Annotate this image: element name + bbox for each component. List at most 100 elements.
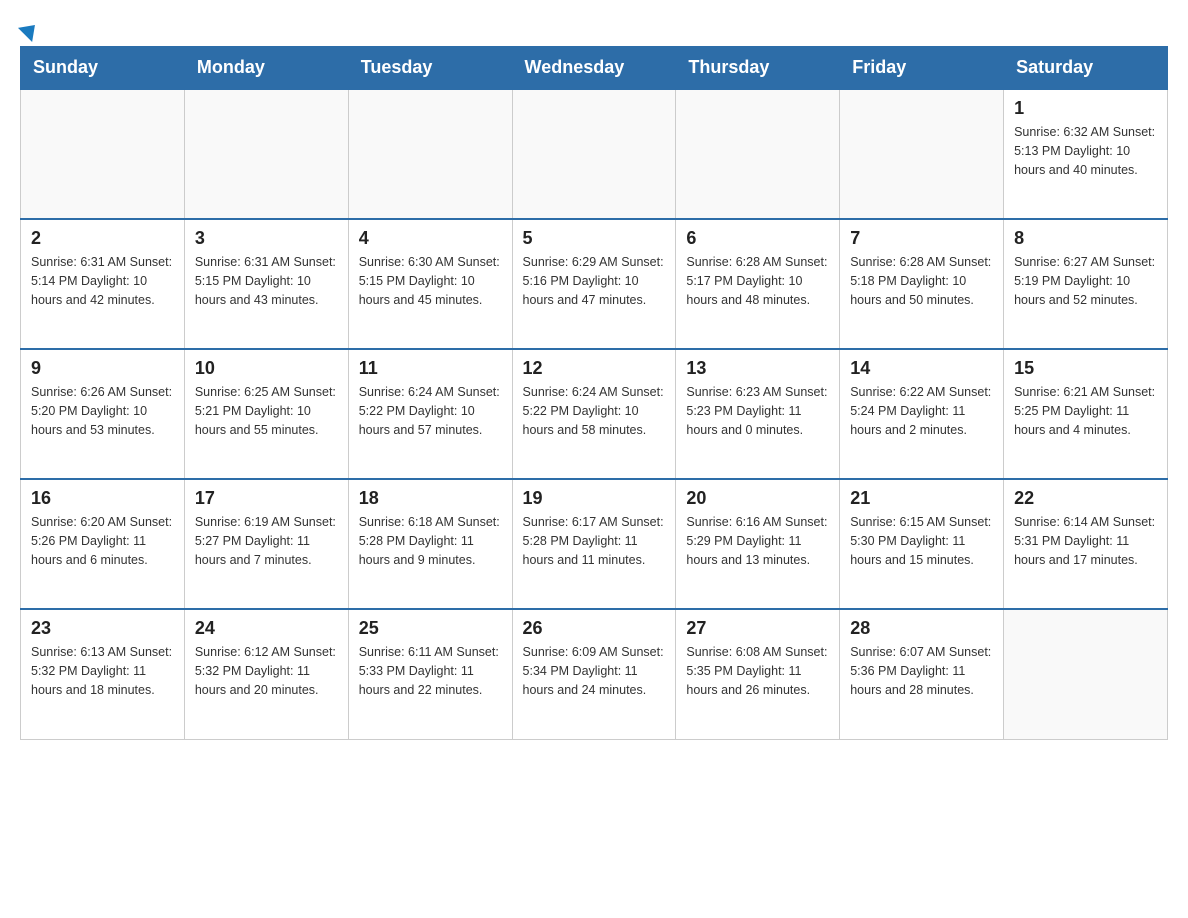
day-number: 1 bbox=[1014, 98, 1157, 119]
day-number: 12 bbox=[523, 358, 666, 379]
calendar-cell bbox=[348, 89, 512, 219]
calendar-cell: 9 Sunrise: 6:26 AM Sunset: 5:20 PM Daylig… bbox=[21, 349, 185, 479]
page-header bbox=[20, 20, 1168, 36]
day-number: 9 bbox=[31, 358, 174, 379]
calendar-cell: 15 Sunrise: 6:21 AM Sunset: 5:25 PM Dayli… bbox=[1004, 349, 1168, 479]
day-number: 14 bbox=[850, 358, 993, 379]
calendar-cell: 11 Sunrise: 6:24 AM Sunset: 5:22 PM Dayli… bbox=[348, 349, 512, 479]
day-info: Sunrise: 6:08 AM Sunset: 5:35 PM Dayligh… bbox=[686, 643, 829, 699]
logo-triangle-icon bbox=[18, 18, 42, 42]
calendar-header-wednesday: Wednesday bbox=[512, 47, 676, 90]
day-number: 22 bbox=[1014, 488, 1157, 509]
day-info: Sunrise: 6:31 AM Sunset: 5:14 PM Dayligh… bbox=[31, 253, 174, 309]
calendar-week-row: 2 Sunrise: 6:31 AM Sunset: 5:14 PM Daylig… bbox=[21, 219, 1168, 349]
day-number: 18 bbox=[359, 488, 502, 509]
day-info: Sunrise: 6:32 AM Sunset: 5:13 PM Dayligh… bbox=[1014, 123, 1157, 179]
day-info: Sunrise: 6:21 AM Sunset: 5:25 PM Dayligh… bbox=[1014, 383, 1157, 439]
calendar-header-tuesday: Tuesday bbox=[348, 47, 512, 90]
day-info: Sunrise: 6:15 AM Sunset: 5:30 PM Dayligh… bbox=[850, 513, 993, 569]
day-number: 15 bbox=[1014, 358, 1157, 379]
calendar-week-row: 23 Sunrise: 6:13 AM Sunset: 5:32 PM Dayli… bbox=[21, 609, 1168, 739]
calendar-cell bbox=[676, 89, 840, 219]
logo bbox=[20, 20, 37, 36]
calendar-cell: 13 Sunrise: 6:23 AM Sunset: 5:23 PM Dayli… bbox=[676, 349, 840, 479]
calendar-cell: 28Sunrise: 6:07 AM Sunset: 5:36 PM Dayli… bbox=[840, 609, 1004, 739]
day-info: Sunrise: 6:22 AM Sunset: 5:24 PM Dayligh… bbox=[850, 383, 993, 439]
day-number: 26 bbox=[523, 618, 666, 639]
calendar-header-friday: Friday bbox=[840, 47, 1004, 90]
calendar-header-saturday: Saturday bbox=[1004, 47, 1168, 90]
day-info: Sunrise: 6:30 AM Sunset: 5:15 PM Dayligh… bbox=[359, 253, 502, 309]
day-info: Sunrise: 6:24 AM Sunset: 5:22 PM Dayligh… bbox=[523, 383, 666, 439]
day-info: Sunrise: 6:24 AM Sunset: 5:22 PM Dayligh… bbox=[359, 383, 502, 439]
day-info: Sunrise: 6:28 AM Sunset: 5:17 PM Dayligh… bbox=[686, 253, 829, 309]
day-number: 17 bbox=[195, 488, 338, 509]
day-info: Sunrise: 6:26 AM Sunset: 5:20 PM Dayligh… bbox=[31, 383, 174, 439]
day-info: Sunrise: 6:12 AM Sunset: 5:32 PM Dayligh… bbox=[195, 643, 338, 699]
day-info: Sunrise: 6:19 AM Sunset: 5:27 PM Dayligh… bbox=[195, 513, 338, 569]
day-info: Sunrise: 6:13 AM Sunset: 5:32 PM Dayligh… bbox=[31, 643, 174, 699]
calendar-cell: 21 Sunrise: 6:15 AM Sunset: 5:30 PM Dayli… bbox=[840, 479, 1004, 609]
day-number: 19 bbox=[523, 488, 666, 509]
calendar-week-row: 9 Sunrise: 6:26 AM Sunset: 5:20 PM Daylig… bbox=[21, 349, 1168, 479]
day-number: 20 bbox=[686, 488, 829, 509]
calendar-cell bbox=[512, 89, 676, 219]
calendar-header-sunday: Sunday bbox=[21, 47, 185, 90]
day-number: 5 bbox=[523, 228, 666, 249]
day-number: 8 bbox=[1014, 228, 1157, 249]
day-info: Sunrise: 6:17 AM Sunset: 5:28 PM Dayligh… bbox=[523, 513, 666, 569]
calendar-cell: 14 Sunrise: 6:22 AM Sunset: 5:24 PM Dayli… bbox=[840, 349, 1004, 479]
calendar-cell: 19 Sunrise: 6:17 AM Sunset: 5:28 PM Dayli… bbox=[512, 479, 676, 609]
calendar-cell: 24Sunrise: 6:12 AM Sunset: 5:32 PM Dayli… bbox=[184, 609, 348, 739]
calendar-cell bbox=[840, 89, 1004, 219]
calendar-week-row: 16 Sunrise: 6:20 AM Sunset: 5:26 PM Dayli… bbox=[21, 479, 1168, 609]
calendar-cell: 3 Sunrise: 6:31 AM Sunset: 5:15 PM Daylig… bbox=[184, 219, 348, 349]
day-info: Sunrise: 6:28 AM Sunset: 5:18 PM Dayligh… bbox=[850, 253, 993, 309]
calendar-cell: 5Sunrise: 6:29 AM Sunset: 5:16 PM Daylig… bbox=[512, 219, 676, 349]
calendar-cell: 4 Sunrise: 6:30 AM Sunset: 5:15 PM Daylig… bbox=[348, 219, 512, 349]
calendar-header-row: SundayMondayTuesdayWednesdayThursdayFrid… bbox=[21, 47, 1168, 90]
calendar-week-row: 1 Sunrise: 6:32 AM Sunset: 5:13 PM Daylig… bbox=[21, 89, 1168, 219]
calendar-cell: 2 Sunrise: 6:31 AM Sunset: 5:14 PM Daylig… bbox=[21, 219, 185, 349]
day-info: Sunrise: 6:11 AM Sunset: 5:33 PM Dayligh… bbox=[359, 643, 502, 699]
day-info: Sunrise: 6:16 AM Sunset: 5:29 PM Dayligh… bbox=[686, 513, 829, 569]
calendar-cell: 16 Sunrise: 6:20 AM Sunset: 5:26 PM Dayli… bbox=[21, 479, 185, 609]
calendar-cell: 26 Sunrise: 6:09 AM Sunset: 5:34 PM Dayli… bbox=[512, 609, 676, 739]
day-info: Sunrise: 6:14 AM Sunset: 5:31 PM Dayligh… bbox=[1014, 513, 1157, 569]
day-info: Sunrise: 6:31 AM Sunset: 5:15 PM Dayligh… bbox=[195, 253, 338, 309]
day-number: 4 bbox=[359, 228, 502, 249]
day-info: Sunrise: 6:27 AM Sunset: 5:19 PM Dayligh… bbox=[1014, 253, 1157, 309]
day-number: 21 bbox=[850, 488, 993, 509]
calendar-header-thursday: Thursday bbox=[676, 47, 840, 90]
calendar-cell: 6 Sunrise: 6:28 AM Sunset: 5:17 PM Daylig… bbox=[676, 219, 840, 349]
day-number: 3 bbox=[195, 228, 338, 249]
day-number: 27 bbox=[686, 618, 829, 639]
calendar-table: SundayMondayTuesdayWednesdayThursdayFrid… bbox=[20, 46, 1168, 740]
day-info: Sunrise: 6:23 AM Sunset: 5:23 PM Dayligh… bbox=[686, 383, 829, 439]
day-number: 2 bbox=[31, 228, 174, 249]
calendar-cell: 7 Sunrise: 6:28 AM Sunset: 5:18 PM Daylig… bbox=[840, 219, 1004, 349]
calendar-cell: 8 Sunrise: 6:27 AM Sunset: 5:19 PM Daylig… bbox=[1004, 219, 1168, 349]
day-number: 23 bbox=[31, 618, 174, 639]
day-number: 10 bbox=[195, 358, 338, 379]
calendar-cell bbox=[1004, 609, 1168, 739]
day-number: 16 bbox=[31, 488, 174, 509]
day-number: 13 bbox=[686, 358, 829, 379]
calendar-cell: 18 Sunrise: 6:18 AM Sunset: 5:28 PM Dayli… bbox=[348, 479, 512, 609]
day-number: 6 bbox=[686, 228, 829, 249]
calendar-cell: 17 Sunrise: 6:19 AM Sunset: 5:27 PM Dayli… bbox=[184, 479, 348, 609]
day-number: 7 bbox=[850, 228, 993, 249]
day-number: 11 bbox=[359, 358, 502, 379]
calendar-cell: 1 Sunrise: 6:32 AM Sunset: 5:13 PM Daylig… bbox=[1004, 89, 1168, 219]
day-info: Sunrise: 6:18 AM Sunset: 5:28 PM Dayligh… bbox=[359, 513, 502, 569]
calendar-cell bbox=[21, 89, 185, 219]
day-info: Sunrise: 6:09 AM Sunset: 5:34 PM Dayligh… bbox=[523, 643, 666, 699]
day-number: 25 bbox=[359, 618, 502, 639]
calendar-cell bbox=[184, 89, 348, 219]
day-info: Sunrise: 6:20 AM Sunset: 5:26 PM Dayligh… bbox=[31, 513, 174, 569]
day-info: Sunrise: 6:07 AM Sunset: 5:36 PM Dayligh… bbox=[850, 643, 993, 699]
calendar-cell: 12 Sunrise: 6:24 AM Sunset: 5:22 PM Dayli… bbox=[512, 349, 676, 479]
calendar-cell: 22 Sunrise: 6:14 AM Sunset: 5:31 PM Dayli… bbox=[1004, 479, 1168, 609]
calendar-cell: 27 Sunrise: 6:08 AM Sunset: 5:35 PM Dayli… bbox=[676, 609, 840, 739]
calendar-cell: 20 Sunrise: 6:16 AM Sunset: 5:29 PM Dayli… bbox=[676, 479, 840, 609]
